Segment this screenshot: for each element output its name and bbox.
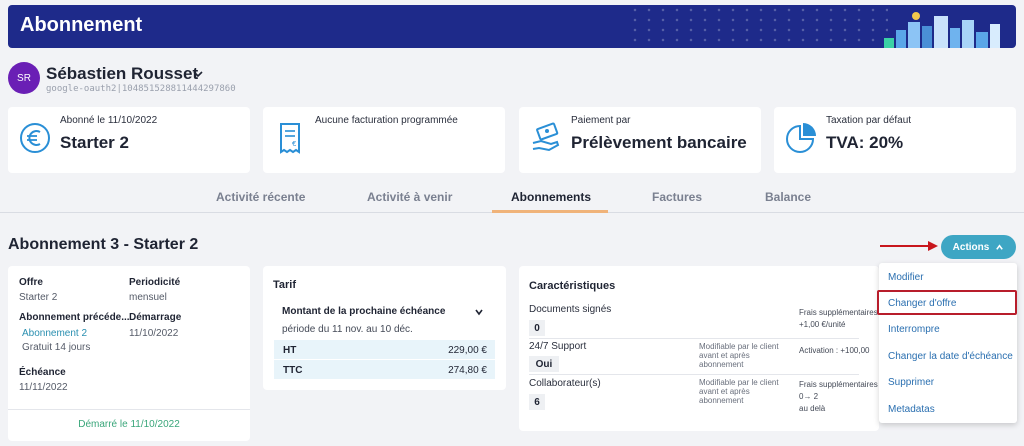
tab-balance[interactable]: Balance xyxy=(765,190,811,204)
euro-icon xyxy=(20,123,50,153)
tab-abonnements[interactable]: Abonnements xyxy=(511,190,591,204)
page-title: Abonnement xyxy=(20,14,143,36)
tarif-period: période du 11 nov. au 10 déc. xyxy=(282,324,413,335)
menu-item-modifier[interactable]: Modifier xyxy=(888,272,924,283)
support-value: Oui xyxy=(529,356,559,372)
tarif-title: Tarif xyxy=(273,279,297,291)
summary-value: Prélèvement bancaire xyxy=(571,133,747,152)
offre-value: Starter 2 xyxy=(19,292,58,303)
summary-card-tax: Taxation par défaut TVA: 20% xyxy=(774,107,1016,173)
previous-subscription-note: Gratuit 14 jours xyxy=(22,342,91,353)
summary-card-payment: Paiement par Prélèvement bancaire xyxy=(519,107,761,173)
demarrage-value: 11/10/2022 xyxy=(129,328,179,339)
divider xyxy=(529,338,859,339)
menu-highlight-box xyxy=(877,290,1017,315)
banner-illustration-icon xyxy=(884,12,1000,48)
user-id: google-oauth2|104851528811444297860 xyxy=(46,84,236,94)
caracteristiques-card: Caractéristiques Documents signés 0 Frai… xyxy=(519,266,879,431)
menu-item-metadatas[interactable]: Metadatas xyxy=(888,404,935,415)
offre-label: Offre xyxy=(19,277,43,288)
menu-item-interrompre[interactable]: Interrompre xyxy=(888,324,940,335)
collab-note: Modifiable par le client avant et après … xyxy=(699,378,779,405)
active-tab-indicator xyxy=(492,210,608,213)
summary-label: Paiement par xyxy=(571,115,631,126)
summary-value: TVA: 20% xyxy=(826,133,904,152)
echeance-label: Échéance xyxy=(19,367,66,378)
payment-icon xyxy=(532,122,560,152)
caracteristiques-title: Caractéristiques xyxy=(529,280,616,292)
support-extra: Activation : +100,00 xyxy=(799,346,870,355)
user-name[interactable]: Sébastien Rousset xyxy=(46,64,198,84)
docs-value: 0 xyxy=(529,320,545,336)
page-banner: Abonnement xyxy=(8,5,1016,48)
tab-activite-a-venir[interactable]: Activité à venir xyxy=(367,190,452,204)
tarif-row-ht: HT 229,00 € xyxy=(274,340,495,359)
started-status: Démarré le 11/10/2022 xyxy=(78,419,180,430)
avatar[interactable]: SR xyxy=(8,62,40,94)
periodicite-label: Periodicité xyxy=(129,277,181,288)
echeance-value: 11/11/2022 xyxy=(19,382,68,393)
actions-label: Actions xyxy=(952,241,990,253)
invoice-icon: € xyxy=(280,123,300,154)
summary-card-subscription: Abonné le 11/10/2022 Starter 2 xyxy=(8,107,250,173)
periodicite-value: mensuel xyxy=(129,292,167,303)
subscription-title: Abonnement 3 - Starter 2 xyxy=(8,236,199,253)
summary-label: Abonné le 11/10/2022 xyxy=(60,115,158,126)
collab-extra-label: Frais supplémentaires xyxy=(799,380,878,389)
tarif-card: Tarif Montant de la prochaine échéance p… xyxy=(263,266,506,390)
collab-value: 6 xyxy=(529,394,545,410)
ttc-value: 274,80 € xyxy=(448,365,487,376)
collab-label: Collaborateur(s) xyxy=(529,378,601,389)
divider xyxy=(529,374,859,375)
ht-value: 229,00 € xyxy=(448,345,487,356)
ttc-label: TTC xyxy=(283,365,303,376)
ht-label: HT xyxy=(283,345,297,356)
tab-factures[interactable]: Factures xyxy=(652,190,702,204)
next-amount-label[interactable]: Montant de la prochaine échéance xyxy=(282,306,445,317)
actions-menu: Modifier Changer d'offre Interrompre Cha… xyxy=(879,263,1017,423)
summary-value: Starter 2 xyxy=(60,133,129,152)
support-note: Modifiable par le client avant et après … xyxy=(699,342,779,369)
docs-label: Documents signés xyxy=(529,304,612,315)
menu-item-changer-date-echeance[interactable]: Changer la date d'échéance xyxy=(888,351,1013,362)
svg-text:€: € xyxy=(292,140,296,148)
docs-extra-label: Frais supplémentaires xyxy=(799,308,878,317)
offre-card: Offre Starter 2 Periodicité mensuel Abon… xyxy=(8,266,250,441)
menu-item-supprimer[interactable]: Supprimer xyxy=(888,377,934,388)
support-label: 24/7 Support xyxy=(529,341,587,352)
summary-label: Taxation par défaut xyxy=(826,115,912,126)
divider xyxy=(8,409,250,410)
pie-chart-icon xyxy=(786,123,816,153)
demarrage-label: Démarrage xyxy=(129,312,182,323)
arrow-right-icon xyxy=(880,241,938,251)
actions-button[interactable]: Actions xyxy=(941,235,1016,259)
collab-extra-range: 0→ 2 xyxy=(799,392,819,401)
chevron-down-icon[interactable] xyxy=(474,307,484,317)
tab-bar: Activité récente Activité à venir Abonne… xyxy=(0,185,1024,213)
summary-card-billing: € Aucune facturation programmée xyxy=(263,107,505,173)
tab-activite-recente[interactable]: Activité récente xyxy=(216,190,305,204)
tarif-row-ttc: TTC 274,80 € xyxy=(274,360,495,379)
previous-subscription-label: Abonnement précéde... xyxy=(19,312,130,323)
summary-label: Aucune facturation programmée xyxy=(315,115,458,126)
docs-extra-value: +1,00 €/unité xyxy=(799,320,846,329)
chevron-up-icon xyxy=(996,243,1004,250)
collab-extra-note: au delà xyxy=(799,404,826,413)
previous-subscription-link[interactable]: Abonnement 2 xyxy=(22,328,87,339)
chevron-down-icon[interactable] xyxy=(192,68,204,80)
banner-dot-pattern xyxy=(628,5,888,48)
